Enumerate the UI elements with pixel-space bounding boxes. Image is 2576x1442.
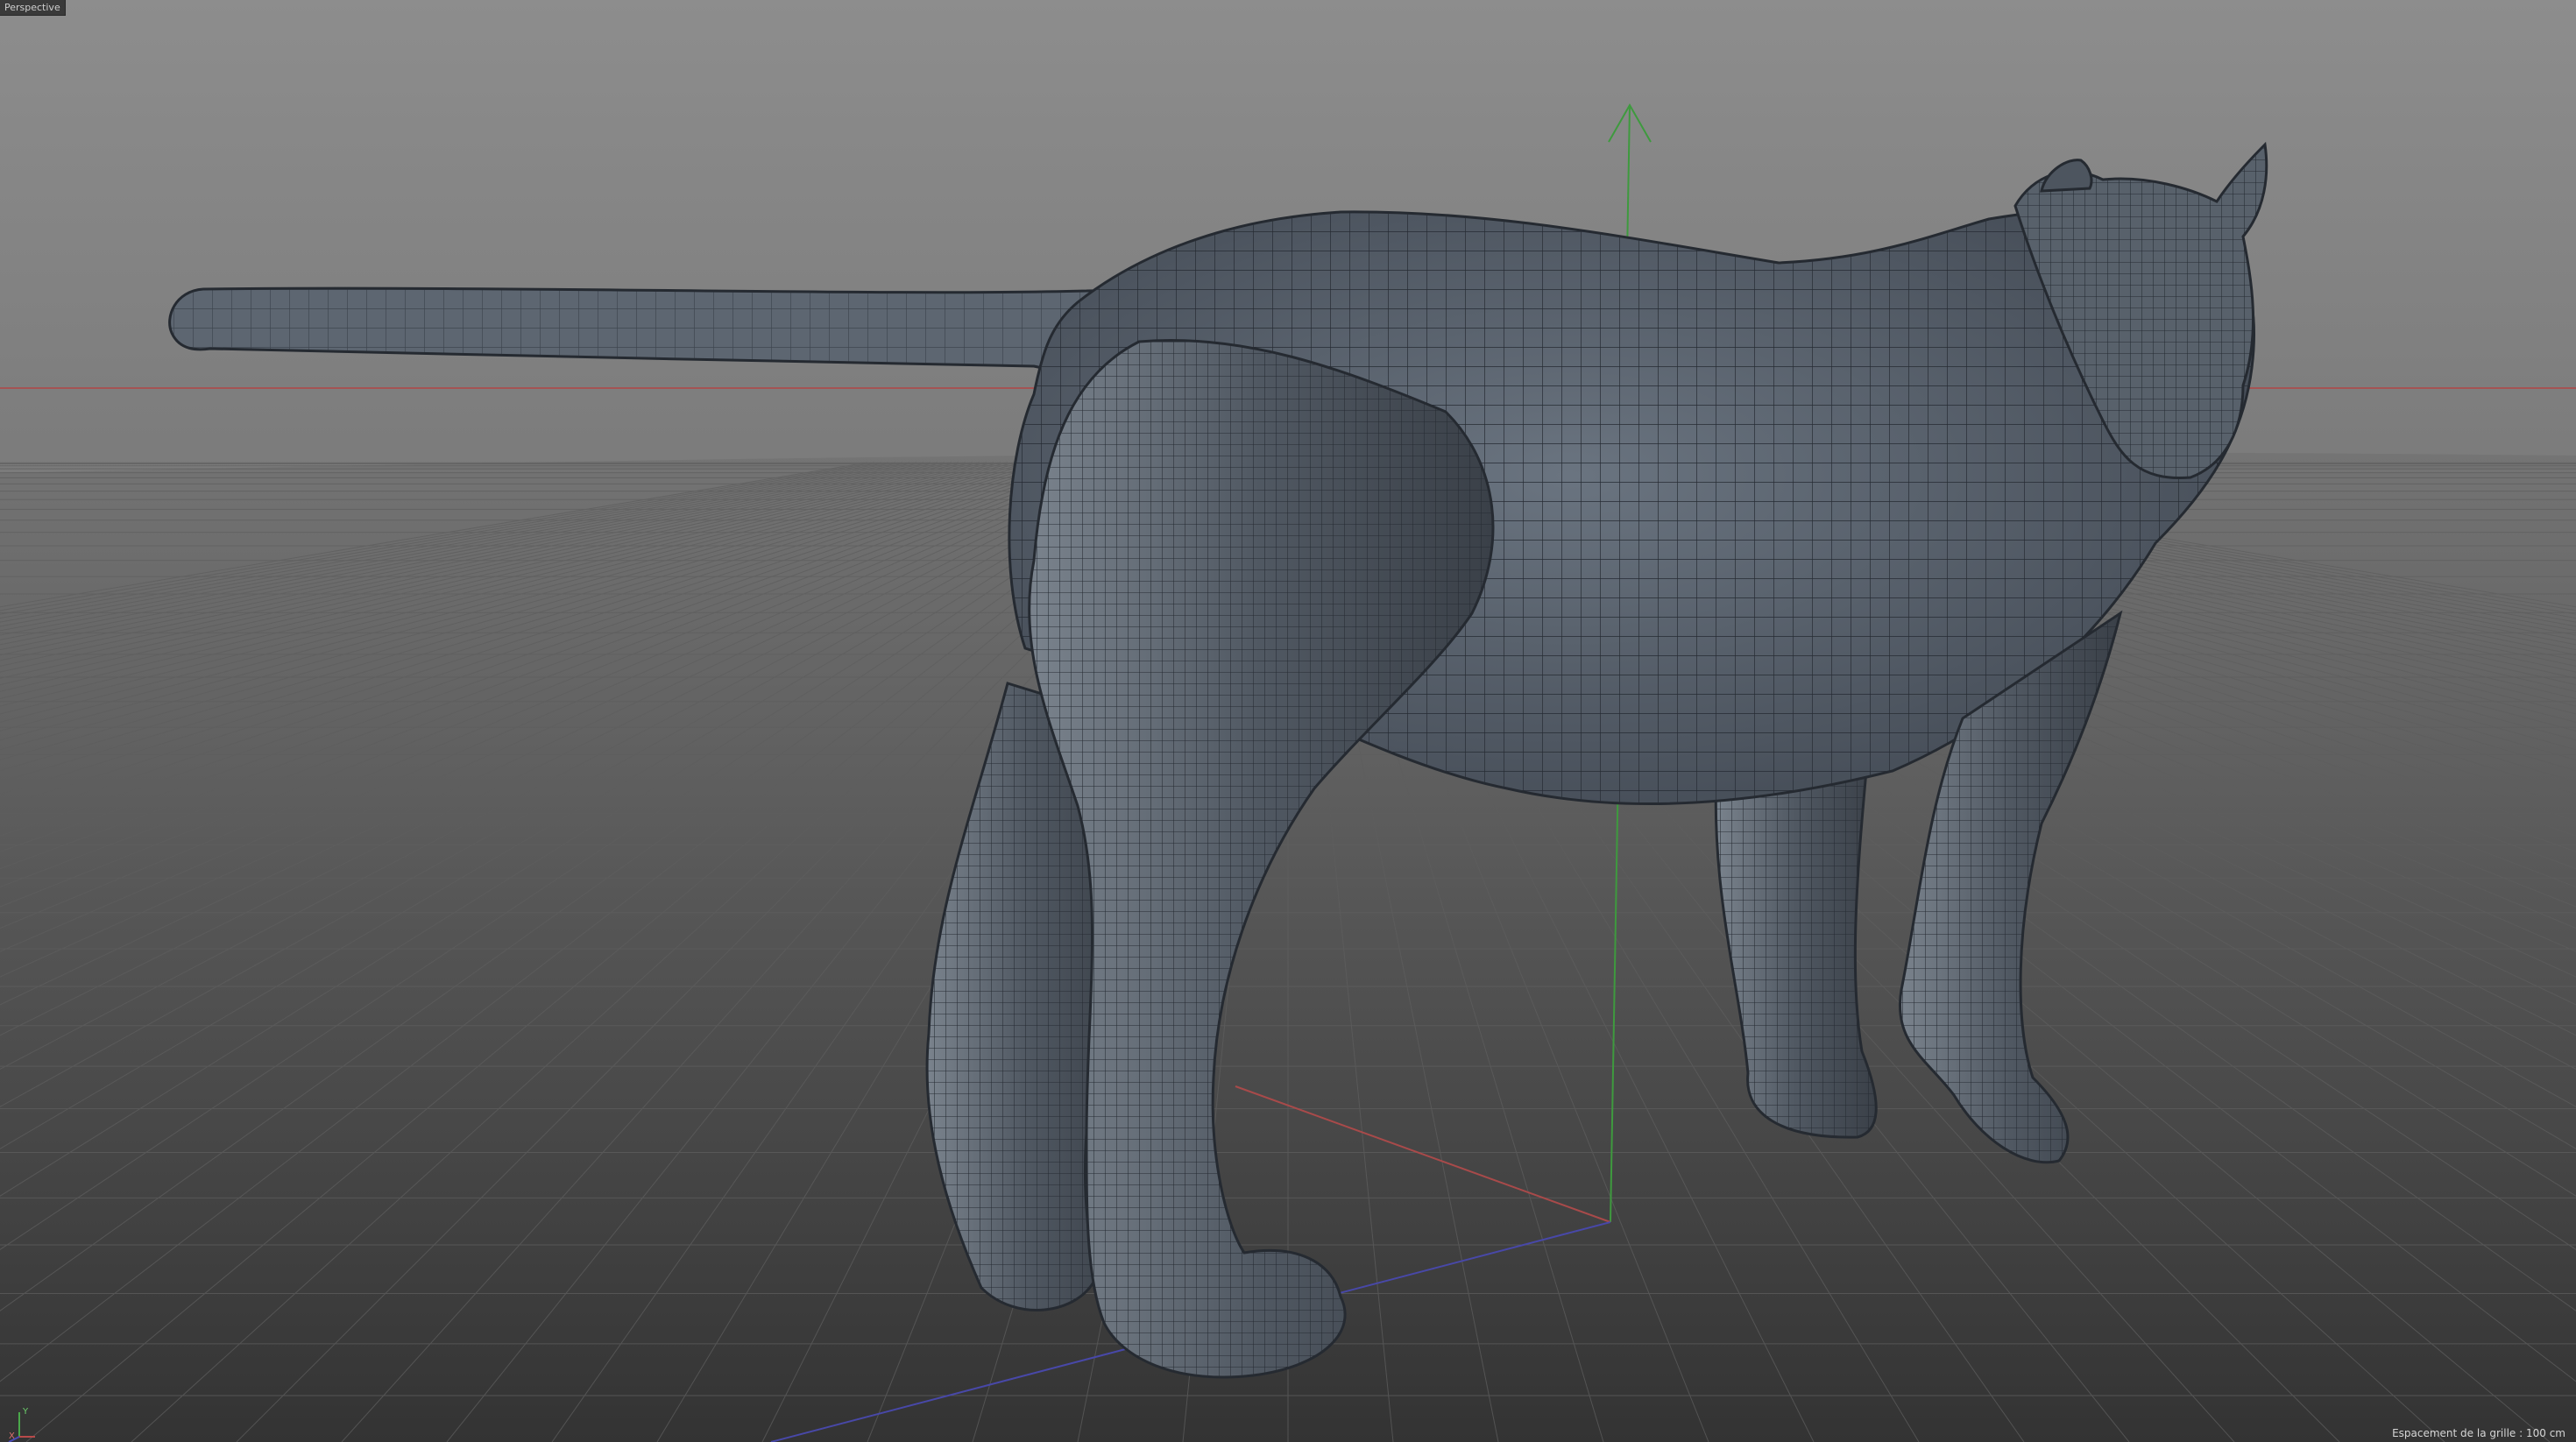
gizmo-x-label: X bbox=[9, 1431, 15, 1441]
grid-spacing-label: Espacement de la grille : 100 cm bbox=[2392, 1427, 2565, 1439]
gizmo-y-label: Y bbox=[22, 1407, 29, 1417]
viewport-scene[interactable]: Y X bbox=[0, 0, 2576, 1442]
3d-viewport[interactable]: Y X Perspective Espacement de la grille … bbox=[0, 0, 2576, 1442]
view-name-label[interactable]: Perspective bbox=[0, 0, 66, 16]
